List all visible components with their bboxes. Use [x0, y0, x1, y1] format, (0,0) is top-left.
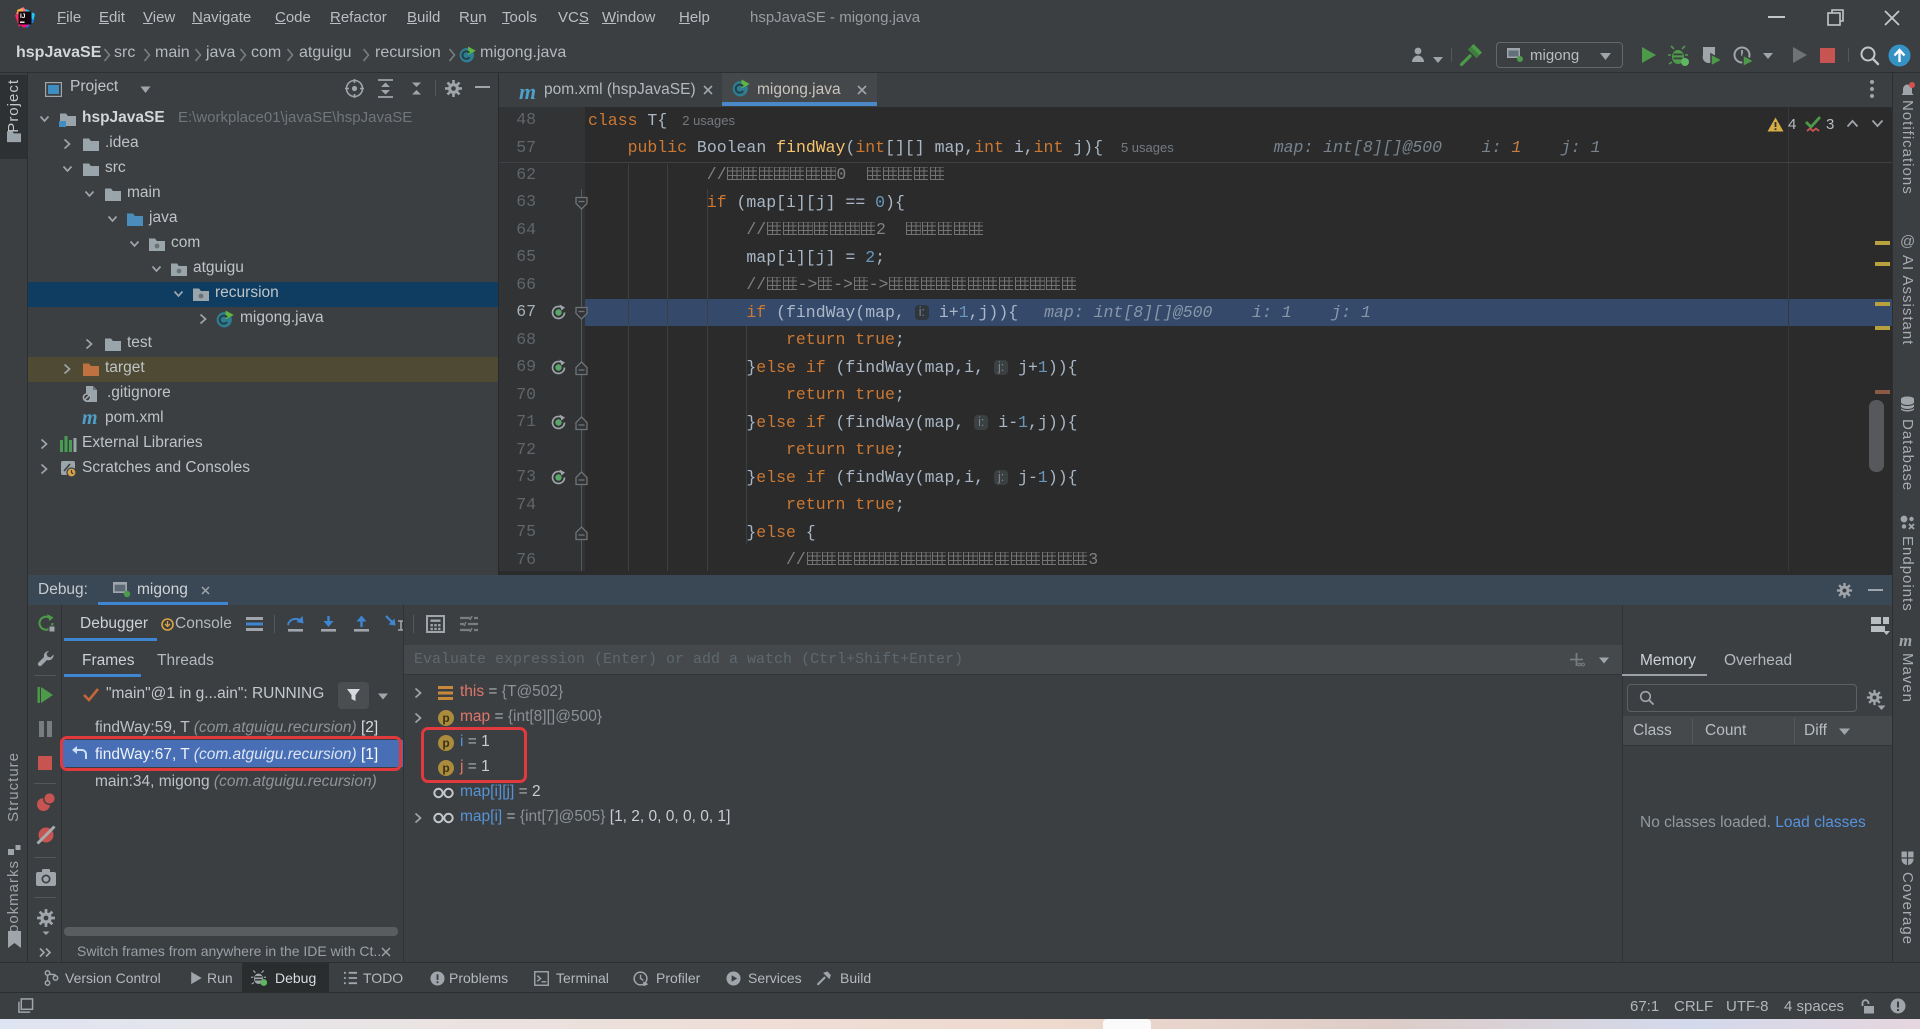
- svg-text:p: p: [442, 711, 449, 725]
- svg-text:IJ: IJ: [20, 13, 26, 20]
